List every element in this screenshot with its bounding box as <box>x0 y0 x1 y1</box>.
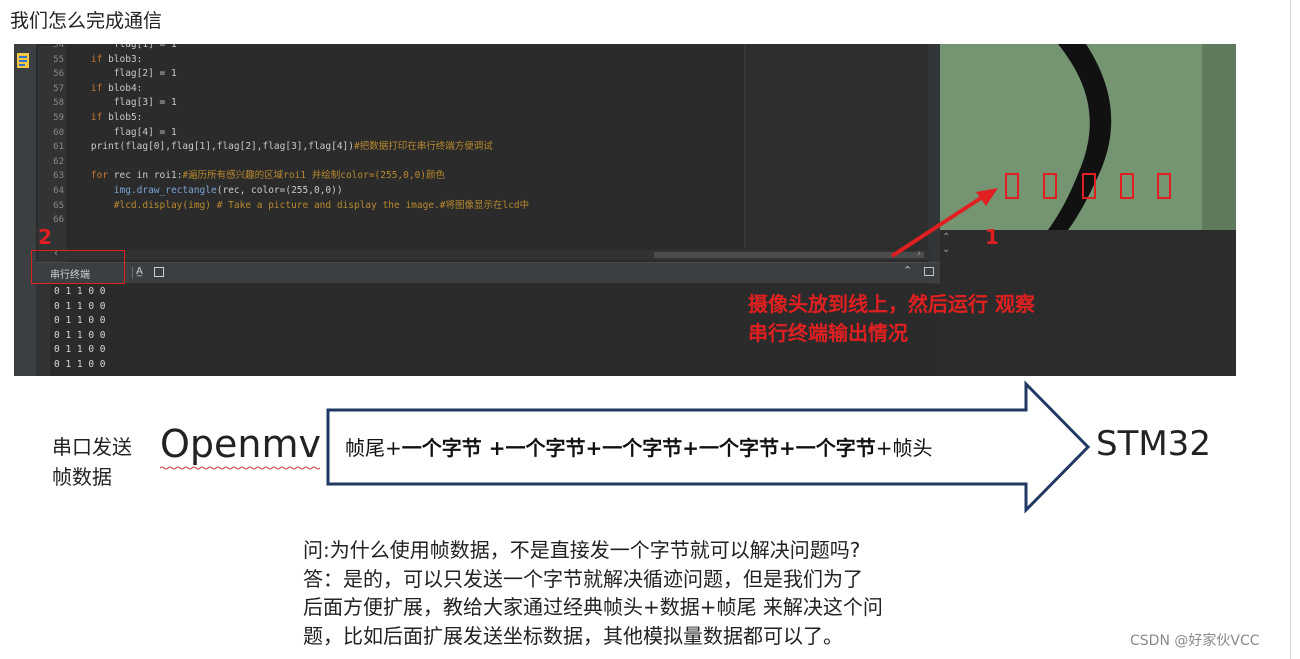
sender-line: 帧数据 <box>52 465 112 489</box>
qa-block: 问:为什么使用帧数据，不是直接发一个字节就可以解决问题吗? 答：是的，可以只发送… <box>303 536 883 650</box>
code-line: flag[3] = 1 <box>68 96 177 111</box>
line-number: 54 <box>53 44 64 50</box>
marker-2: 2 <box>38 225 52 249</box>
frame-head: +帧头 <box>875 436 933 460</box>
frame-payload: 一个字节 +一个字节+一个字节+一个字节+一个字节 <box>401 436 876 460</box>
sender-line: 串口发送 <box>52 435 132 459</box>
file-icon[interactable] <box>16 52 32 70</box>
line-number: 58 <box>53 98 64 109</box>
code-comment: #把数据打印在串行终端方便调试 <box>354 141 493 153</box>
blob-flag-boxes <box>1005 173 1175 203</box>
code-line: flag[2] = 1 <box>68 67 177 82</box>
code-text: print(flag[0],flag[1],flag[2],flag[3],fl… <box>90 141 354 153</box>
code-line: print(flag[0],flag[1],flag[2],flag[3],fl… <box>68 140 493 155</box>
page-title: 我们怎么完成通信 <box>10 10 163 32</box>
line-number: 57 <box>53 83 64 94</box>
code-text: blob4: <box>102 82 143 94</box>
flag-box <box>1082 173 1096 199</box>
line-number: 63 <box>53 171 64 182</box>
code-line: img.draw_rectangle(rec, color=(255,0,0)) <box>68 184 343 199</box>
code-function: img.draw_rectangle <box>113 185 217 196</box>
flag-box <box>1120 173 1134 199</box>
code-keyword: if <box>90 112 103 123</box>
code-comment: #遍历所有感兴趣的区域roi1 并绘制color=(255,0,0)颜色 <box>182 170 446 182</box>
code-text: flag[1] = 1 <box>113 44 177 50</box>
line-number: 62 <box>53 156 64 167</box>
frame-format-label: 帧尾+一个字节 +一个字节+一个字节+一个字节+一个字节+帧头 <box>345 432 933 461</box>
code-line: flag[4] = 1 <box>68 126 177 141</box>
annotation-note: 摄像头放到线上，然后运行 观察 串行终端输出情况 <box>748 290 1035 348</box>
spellcheck-underline <box>160 466 320 470</box>
code-line: flag[1] = 1 <box>68 44 177 53</box>
terminal-output-line: 0 1 1 0 0 <box>54 315 106 327</box>
flag-box <box>1005 173 1019 199</box>
highlight-box-terminal <box>31 250 125 284</box>
pointer-arrow-1 <box>890 188 998 258</box>
qa-line: 答：是的，可以只发送一个字节就解决循迹问题，但是我们为了 <box>303 566 863 591</box>
terminal-output-line: 0 1 1 0 0 <box>54 359 106 370</box>
page-edge-rule <box>1290 0 1291 659</box>
line-number: 59 <box>53 113 64 123</box>
terminal-output-line: 0 1 1 0 0 <box>54 329 106 341</box>
code-text: blob5: <box>102 112 143 123</box>
qa-line: 问:为什么使用帧数据，不是直接发一个字节就可以解决问题吗? <box>303 538 861 562</box>
ide-screenshot: 54 55 56 57 58 59 60 61 62 63 64 65 66 flag[1] = 1 i… <box>14 44 1236 376</box>
code-line: if blob3: <box>68 53 143 68</box>
line-number: 56 <box>53 69 64 80</box>
code-line: for rec in roi1:#遍历所有感兴趣的区域roi1 并绘制color… <box>68 169 445 184</box>
code-keyword: if <box>90 53 103 65</box>
code-line: if blob5: <box>68 111 143 126</box>
code-text: flag[4] = 1 <box>113 126 177 138</box>
code-keyword: if <box>90 82 103 94</box>
line-number: 64 <box>53 186 64 196</box>
line-number: 60 <box>53 127 64 138</box>
marker-1: 1 <box>985 225 999 249</box>
annotation-line: 串行终端输出情况 <box>748 321 908 345</box>
flag-box <box>1043 173 1057 199</box>
left-toolbar <box>14 44 36 376</box>
terminal-output-line: 0 1 1 0 0 <box>54 344 106 356</box>
terminal-toolbar: 串行终端 A̲ ⌃ <box>36 262 940 283</box>
flag-box <box>1157 173 1171 199</box>
save-icon[interactable] <box>154 267 164 277</box>
code-text: rec in roi1: <box>108 170 183 182</box>
line-number: 65 <box>53 200 64 211</box>
line-number: 55 <box>53 54 64 65</box>
clear-terminal-icon[interactable]: A̲ <box>136 266 143 277</box>
code-text: blob3: <box>102 53 143 65</box>
code-keyword: for <box>90 170 109 182</box>
watermark: CSDN @好家伙VCC <box>1130 633 1260 649</box>
line-number: 61 <box>53 142 64 153</box>
openmv-device-label: Openmv <box>160 422 321 466</box>
terminal-gutter <box>36 284 50 376</box>
terminal-output-line: 0 1 1 0 0 <box>54 300 106 312</box>
toolbar-divider <box>132 267 133 279</box>
qa-line: 题，比如后面扩展发送坐标数据，其他模拟量数据都可以了。 <box>303 623 843 648</box>
annotation-line: 摄像头放到线上，然后运行 观察 <box>748 292 1035 316</box>
sender-description: 串口发送 帧数据 <box>52 432 132 492</box>
code-text: flag[2] = 1 <box>113 68 177 80</box>
code-line: #lcd.display(img) # Take a picture and d… <box>68 199 529 214</box>
code-comment: #lcd.display(img) # Take a picture and d… <box>113 199 530 211</box>
qa-line: 后面方便扩展，教给大家通过经典帧头+数据+帧尾 来解决这个问 <box>303 595 883 619</box>
code-text: flag[3] = 1 <box>113 97 177 109</box>
stm32-device-label: STM32 <box>1096 424 1211 464</box>
code-line: if blob4: <box>68 82 143 97</box>
frame-tail: 帧尾+ <box>345 436 402 460</box>
code-text: (rec, color=(255,0,0)) <box>216 185 343 196</box>
terminal-output-line: 0 1 1 0 0 <box>54 286 106 297</box>
